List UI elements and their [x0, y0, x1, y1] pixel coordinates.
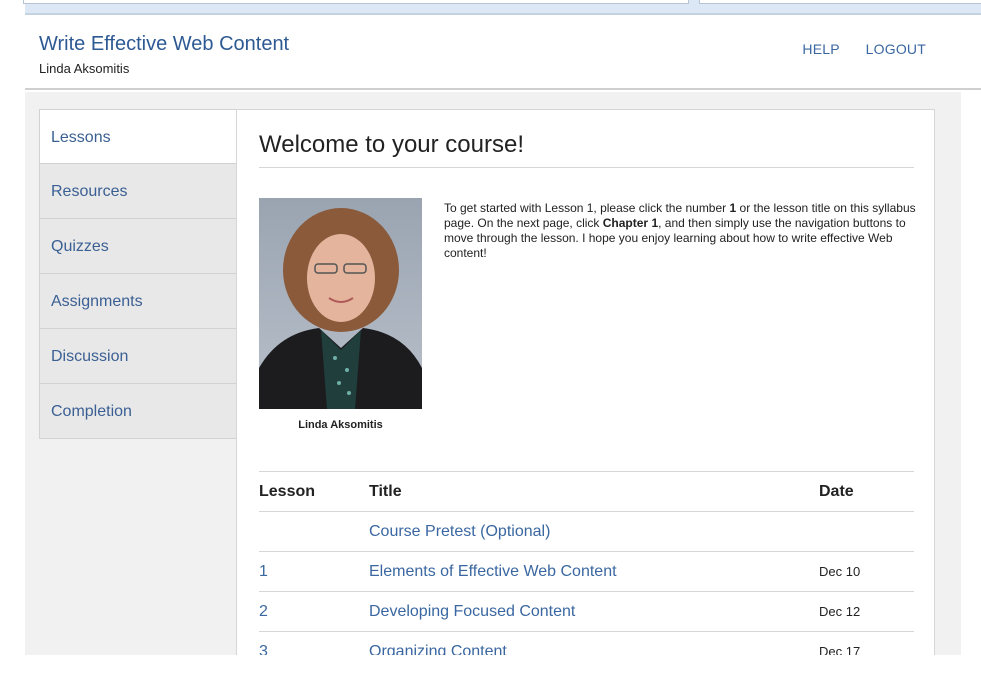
- lesson-number-link[interactable]: 3: [259, 643, 268, 655]
- lesson-title-link[interactable]: Developing Focused Content: [369, 603, 575, 620]
- lesson-date: Dec 17: [819, 631, 914, 655]
- lesson-date: [819, 511, 914, 552]
- col-header-title: Title: [369, 471, 819, 512]
- sidebar-item-completion[interactable]: Completion: [39, 384, 237, 439]
- search-bar-edge[interactable]: [699, 0, 981, 4]
- address-bar-edge[interactable]: [23, 0, 689, 4]
- lesson-title-link[interactable]: Course Pretest (Optional): [369, 523, 550, 540]
- table-row: Course Pretest (Optional): [259, 511, 914, 552]
- sidebar-item-resources[interactable]: Resources: [39, 164, 237, 219]
- intro-bold-chapter: Chapter 1: [602, 216, 659, 230]
- photo-caption: Linda Aksomitis: [298, 419, 383, 431]
- page-title: Welcome to your course!: [259, 131, 524, 158]
- main-panel: Welcome to your course! Linda Aksomitis …: [236, 109, 935, 655]
- help-link[interactable]: HELP: [802, 41, 839, 57]
- lesson-title-link[interactable]: Elements of Effective Web Content: [369, 563, 617, 580]
- lesson-number: [259, 511, 369, 552]
- sidebar-item-discussion[interactable]: Discussion: [39, 329, 237, 384]
- lesson-date: Dec 10: [819, 551, 914, 592]
- col-header-lesson: Lesson: [259, 471, 369, 512]
- site-header: Write Effective Web Content Linda Aksomi…: [25, 17, 981, 90]
- intro-paragraph: To get started with Lesson 1, please cli…: [444, 201, 919, 261]
- col-header-date: Date: [819, 471, 914, 512]
- table-row: 1 Elements of Effective Web Content Dec …: [259, 551, 914, 592]
- table-row: 3 Organizing Content Dec 17: [259, 631, 914, 655]
- intro-text-1: To get started with Lesson 1, please cli…: [444, 201, 730, 215]
- table-header-row: Lesson Title Date: [259, 471, 914, 512]
- sidebar-item-lessons[interactable]: Lessons: [39, 109, 238, 164]
- user-name: Linda Aksomitis: [39, 61, 130, 76]
- table-row: 2 Developing Focused Content Dec 12: [259, 591, 914, 632]
- lesson-title-link[interactable]: Organizing Content: [369, 643, 507, 655]
- portrait-image: [259, 198, 422, 409]
- title-divider: [259, 167, 914, 168]
- lesson-number-link[interactable]: 2: [259, 603, 268, 620]
- page-body: Lessons Resources Quizzes Assignments Di…: [25, 92, 961, 655]
- course-title-link[interactable]: Write Effective Web Content: [39, 33, 289, 56]
- browser-toolbar-strip: [23, 0, 981, 15]
- sidebar-item-quizzes[interactable]: Quizzes: [39, 219, 237, 274]
- instructor-photo: [259, 198, 422, 409]
- header-nav: HELP LOGOUT: [780, 41, 926, 57]
- syllabus-table: Lesson Title Date Course Pretest (Option…: [259, 471, 914, 655]
- lesson-number-link[interactable]: 1: [259, 563, 268, 580]
- sidebar-item-assignments[interactable]: Assignments: [39, 274, 237, 329]
- logout-link[interactable]: LOGOUT: [866, 41, 926, 57]
- sidebar-nav: Lessons Resources Quizzes Assignments Di…: [39, 109, 238, 439]
- lesson-date: Dec 12: [819, 591, 914, 632]
